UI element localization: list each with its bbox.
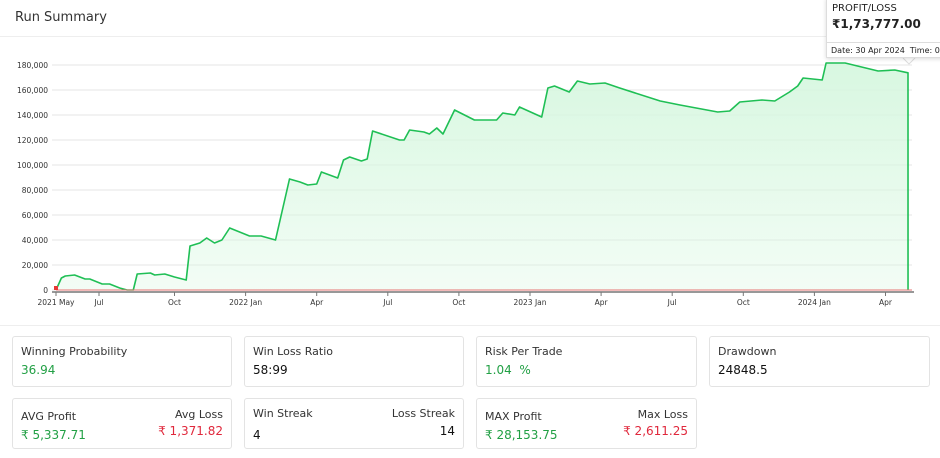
streak-card: Win Streak 4 Loss Streak 14: [244, 398, 464, 449]
x-tick-label: Jul: [667, 298, 677, 307]
y-tick-label: 60,000: [22, 211, 48, 220]
chart-tooltip: PROFIT/LOSS ₹1,73,777.00 Date: 30 Apr 20…: [826, 0, 940, 58]
x-tick-label: Jul: [93, 298, 103, 307]
tooltip-time: Time: 0: [909, 46, 940, 55]
tooltip-label: PROFIT/LOSS: [832, 3, 897, 14]
x-tick-label: Apr: [879, 298, 893, 307]
stat-value: 58:99: [253, 363, 288, 377]
y-tick-label: 140,000: [17, 111, 48, 120]
x-tick-label: Jul: [382, 298, 392, 307]
max-profit-loss-card: MAX Profit ₹ 28,153.75 Max Loss ₹ 2,611.…: [476, 398, 697, 449]
y-tick-label: 120,000: [17, 136, 48, 145]
y-tick-label: 180,000: [17, 61, 48, 70]
x-tick-label: 2023 Jan: [513, 298, 546, 307]
stat-label: Risk Per Trade: [485, 345, 563, 358]
x-tick-label: Oct: [737, 298, 750, 307]
avg-loss-label: Avg Loss: [175, 408, 223, 421]
stat-label: Win Loss Ratio: [253, 345, 334, 358]
y-tick-label: 80,000: [22, 186, 48, 195]
x-tick-label: Oct: [452, 298, 465, 307]
stat-value: 1.04 %: [485, 363, 531, 377]
y-tick-label: 100,000: [17, 161, 48, 170]
win-streak-value: 4: [253, 428, 261, 442]
win-loss-ratio-card: Win Loss Ratio 58:99: [244, 336, 464, 387]
loss-streak-label: Loss Streak: [391, 407, 455, 420]
stat-label: Winning Probability: [21, 345, 128, 358]
y-tick-label: 0: [43, 286, 48, 295]
max-loss-value: ₹ 2,611.25: [623, 424, 688, 438]
run-summary-panel: Run Summary 0 20,000 40,000 60,000 80,000 100…: [0, 0, 940, 326]
avg-loss-value: ₹ 1,371.82: [158, 424, 223, 438]
tooltip-pointer: [902, 57, 916, 65]
y-tick-label: 40,000: [22, 236, 48, 245]
y-tick-label: 160,000: [17, 86, 48, 95]
tooltip-value: ₹1,73,777.00: [832, 17, 921, 31]
x-tick-label: Apr: [310, 298, 324, 307]
tooltip-meta: Date: 30 Apr 2024 Time: 0: [827, 42, 940, 58]
max-loss-label: Max Loss: [637, 408, 688, 421]
x-tick-label: 2024 Jan: [798, 298, 831, 307]
start-marker: [54, 286, 58, 290]
x-tick-label: Oct: [168, 298, 181, 307]
x-tick-label: Apr: [595, 298, 609, 307]
stat-label: Drawdown: [718, 345, 777, 358]
drawdown-card: Drawdown 24848.5: [709, 336, 930, 387]
y-tick-label: 20,000: [22, 261, 48, 270]
risk-per-trade-card: Risk Per Trade 1.04 %: [476, 336, 697, 387]
x-tick-label: 2021 May: [38, 298, 76, 307]
x-tick-label: 2022 Jan: [229, 298, 262, 307]
tooltip-date: Date: 30 Apr 2024: [831, 46, 905, 55]
profit-loss-chart[interactable]: 0 20,000 40,000 60,000 80,000 100,000 120,000 1…: [0, 0, 940, 326]
winning-probability-card: Winning Probability 36.94: [12, 336, 232, 387]
stat-value: 36.94: [21, 363, 56, 377]
avg-profit-loss-card: AVG Profit ₹ 5,337.71 Avg Loss ₹ 1,371.8…: [12, 398, 232, 449]
loss-streak-value: 14: [439, 424, 455, 438]
stat-value: 24848.5: [718, 363, 768, 377]
